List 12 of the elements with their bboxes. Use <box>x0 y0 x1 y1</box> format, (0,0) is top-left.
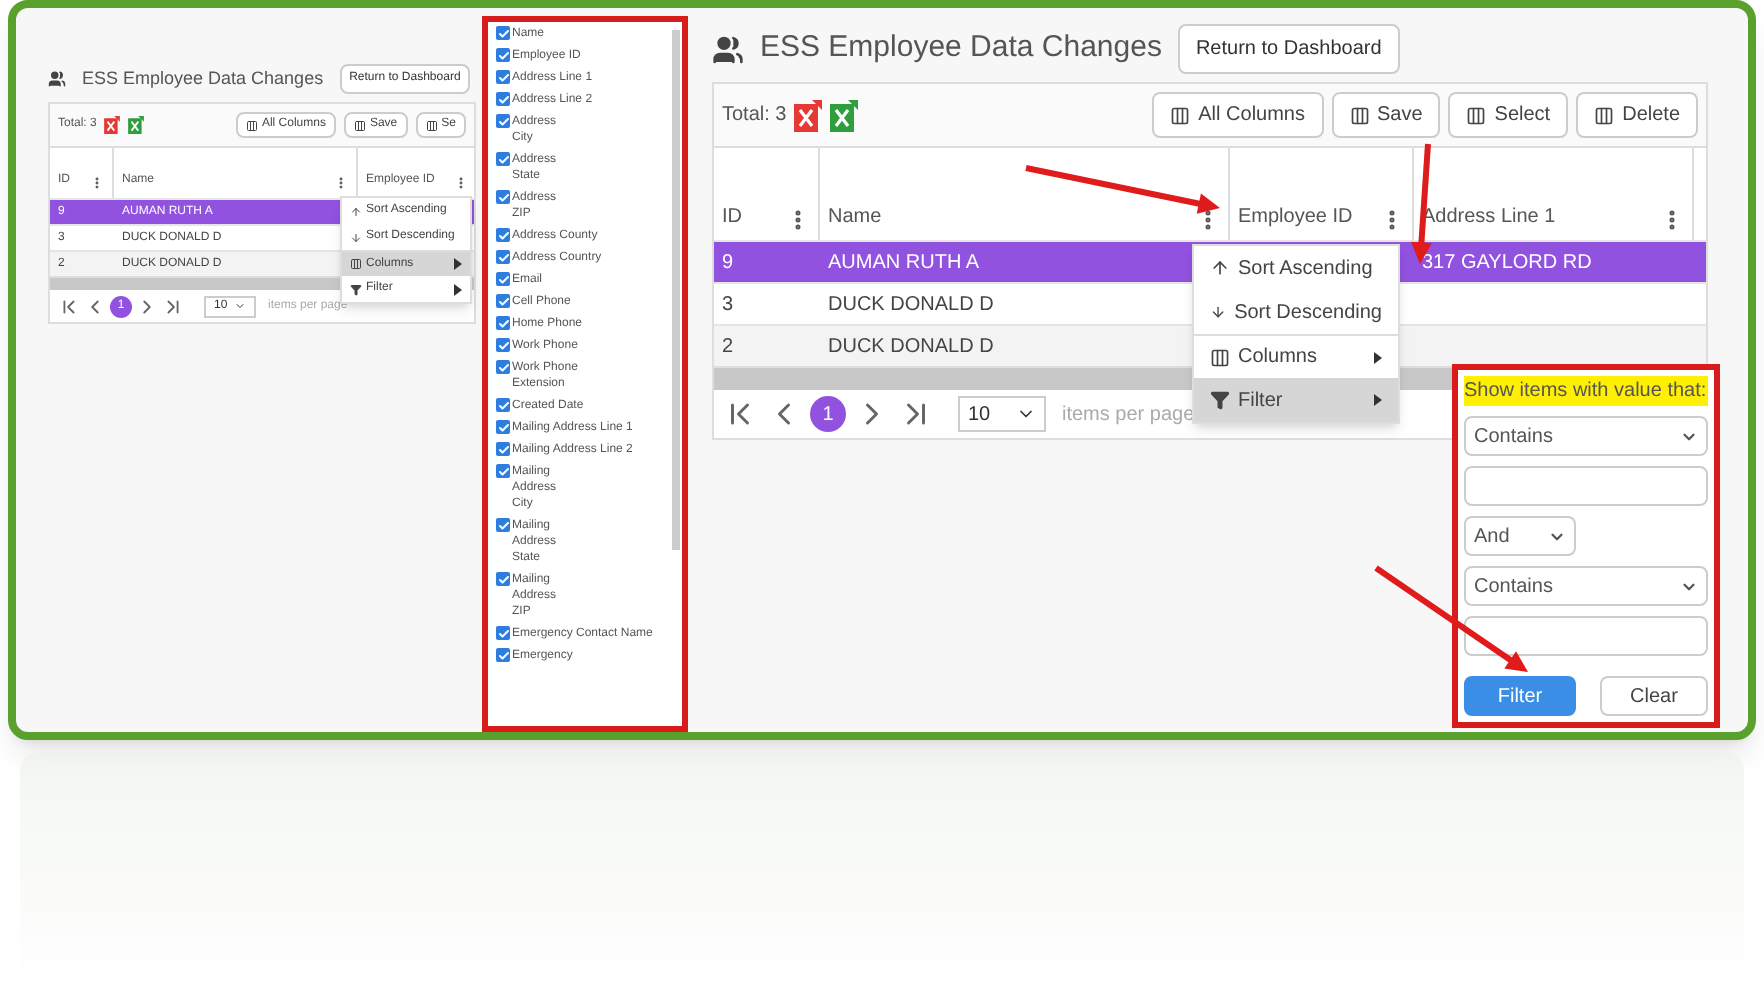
page-title: ESS Employee Data Changes <box>760 28 1162 69</box>
filter-heading: Show items with value that: <box>1464 376 1708 406</box>
total-count: Total: 3 <box>722 102 787 130</box>
table-cell-text: 3 <box>722 291 734 319</box>
table-cell-text: DUCK DONALD D <box>828 333 994 361</box>
table-cell-text: 317 GAYLORD RD <box>1422 249 1592 277</box>
table-cell-text: 9 <box>722 249 734 277</box>
table-cell-text: DUCK DONALD D <box>828 291 994 319</box>
table-cell-text: AUMAN RUTH A <box>828 249 980 277</box>
table-cell-text: 2 <box>722 333 734 361</box>
items-per-page-label: items per page <box>1062 401 1195 429</box>
page-title: ESS Employee Data Changes <box>82 65 324 92</box>
